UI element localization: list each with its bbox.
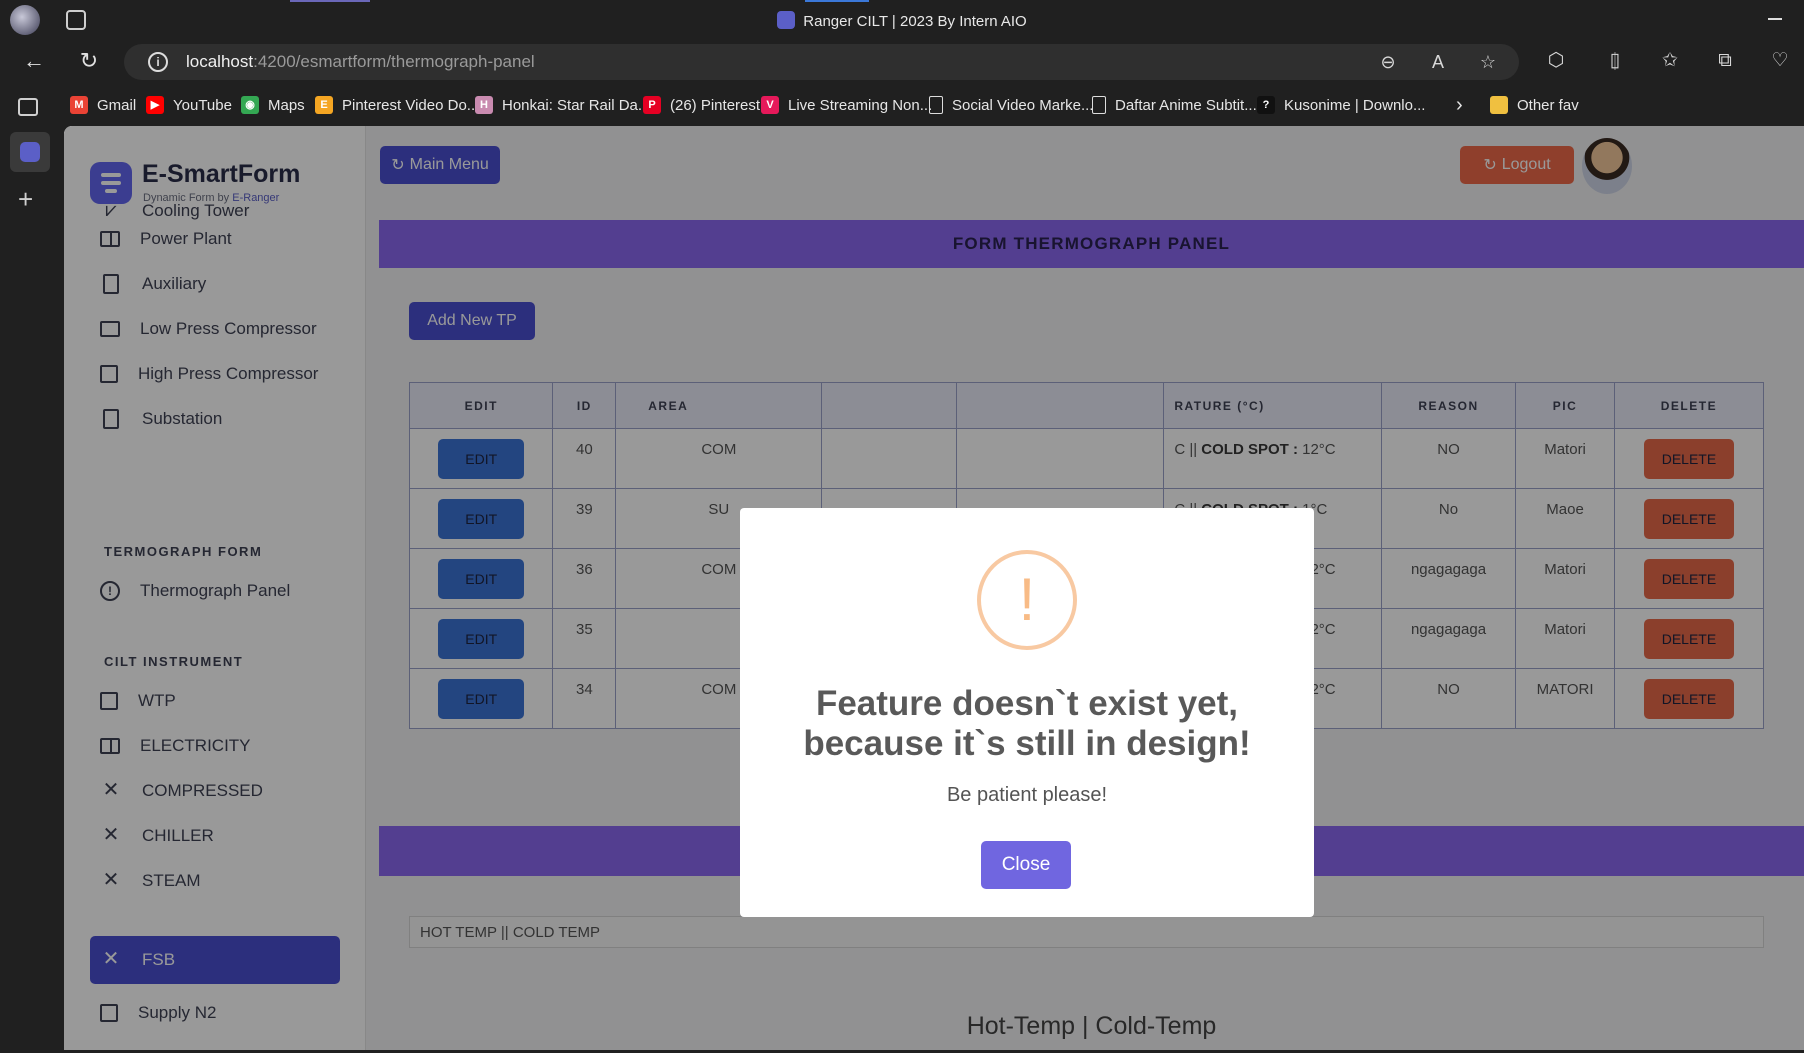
address-bar-row: ← ↻ i localhost:4200/esmartform/thermogr… [0,40,1804,84]
bookmark-label: Maps [268,96,305,114]
dialog-title: Feature doesn`t exist yet, because it`s … [803,684,1251,763]
bookmark-item[interactable]: V Live Streaming Non... [761,94,932,116]
tab-indicator [290,0,370,2]
url-path: :4200/esmartform/thermograph-panel [253,52,535,71]
bookmark-item[interactable]: Other fav [1490,94,1579,116]
bookmark-item[interactable]: Social Video Marke... [929,94,1093,116]
url-text[interactable]: localhost:4200/esmartform/thermograph-pa… [186,52,535,72]
favorites-icon[interactable]: ✩ [1658,49,1682,73]
back-arrow-icon[interactable]: ← [22,50,46,74]
bookmark-label: Other fav [1517,96,1579,114]
tab-indicator [805,0,869,2]
bookmark-label: Gmail [97,96,137,114]
browser-essentials-icon[interactable]: ♡ [1768,49,1792,73]
bookmark-label: Daftar Anime Subtit... [1115,96,1257,114]
active-tab[interactable] [10,132,50,172]
bookmark-label: Pinterest Video Do... [342,96,480,114]
refresh-icon[interactable]: ↻ [77,50,101,74]
bookmarks-bar: M Gmail ▶ YouTube ◉ Maps E Pinterest Video Do..… [60,86,1804,122]
bookmark-label: (26) Pinterest [670,96,761,114]
bookmark-item[interactable]: H Honkai: Star Rail Da... [475,94,650,116]
zoom-out-icon[interactable]: ⊖ [1377,52,1399,74]
dialog-message: Be patient please! [946,784,1108,806]
bookmark-label: YouTube [173,96,232,114]
bookmark-item[interactable]: ? Kusonime | Downlo... [1257,94,1425,116]
browser-titlebar: Ranger CILT | 2023 By Intern AIO [0,0,1804,40]
page-viewport: E-SmartForm Dynamic Form by E-Ranger ⩗ Co… [64,126,1804,1050]
bookmark-favicon-icon: ? [1257,96,1275,114]
tab-favicon-icon [777,11,796,29]
bookmark-favicon-icon [1490,96,1508,114]
bookmark-item[interactable]: M Gmail [70,94,136,116]
bookmark-label: Social Video Marke... [952,96,1094,114]
warning-icon: ! [977,550,1077,650]
bookmark-favicon-icon: E [315,96,333,114]
bookmark-favicon-icon [929,96,943,114]
bookmark-favicon-icon: M [70,96,88,114]
favorite-star-icon[interactable]: ☆ [1477,52,1499,74]
tab-actions-icon[interactable] [18,98,38,116]
bookmark-favicon-icon: ▶ [146,96,164,114]
read-aloud-icon[interactable]: A [1427,52,1449,74]
bookmark-favicon-icon [1092,96,1106,114]
bookmark-label: Kusonime | Downlo... [1284,96,1426,114]
vertical-tabs-bar: + [0,84,60,1053]
new-tab-plus-icon[interactable]: + [18,184,33,215]
bookmark-item[interactable]: ▶ YouTube [146,94,232,116]
bookmark-item[interactable]: ◉ Maps [241,94,305,116]
tab-favicon-icon [20,142,40,162]
bookmark-label: Honkai: Star Rail Da... [502,96,651,114]
extensions-icon[interactable]: ⬡ [1544,49,1568,73]
bookmark-favicon-icon: V [761,96,779,114]
window-title-text: Ranger CILT | 2023 By Intern AIO [803,13,1027,30]
bookmark-favicon-icon: ◉ [241,96,259,114]
feature-not-available-dialog: ! Feature doesn`t exist yet, because it`… [740,508,1314,917]
bookmark-item[interactable]: E Pinterest Video Do... [315,94,479,116]
bookmarks-overflow-chevron-icon[interactable]: › [1456,94,1463,116]
minimize-icon[interactable] [1768,18,1782,20]
bookmark-item[interactable]: Daftar Anime Subtit... [1092,94,1257,116]
bookmark-label: Live Streaming Non... [788,96,933,114]
collections-icon[interactable]: ⧉ [1713,49,1737,73]
url-field[interactable]: i localhost:4200/esmartform/thermograph-… [124,44,1519,80]
window-title: Ranger CILT | 2023 By Intern AIO [0,11,1804,30]
bookmark-favicon-icon: H [475,96,493,114]
site-info-icon[interactable]: i [148,52,168,72]
close-button[interactable]: Close [981,841,1071,889]
bookmark-item[interactable]: P (26) Pinterest [643,94,760,116]
bookmark-favicon-icon: P [643,96,661,114]
url-host: localhost [186,52,254,71]
split-screen-icon[interactable]: ▯ [1603,49,1627,73]
